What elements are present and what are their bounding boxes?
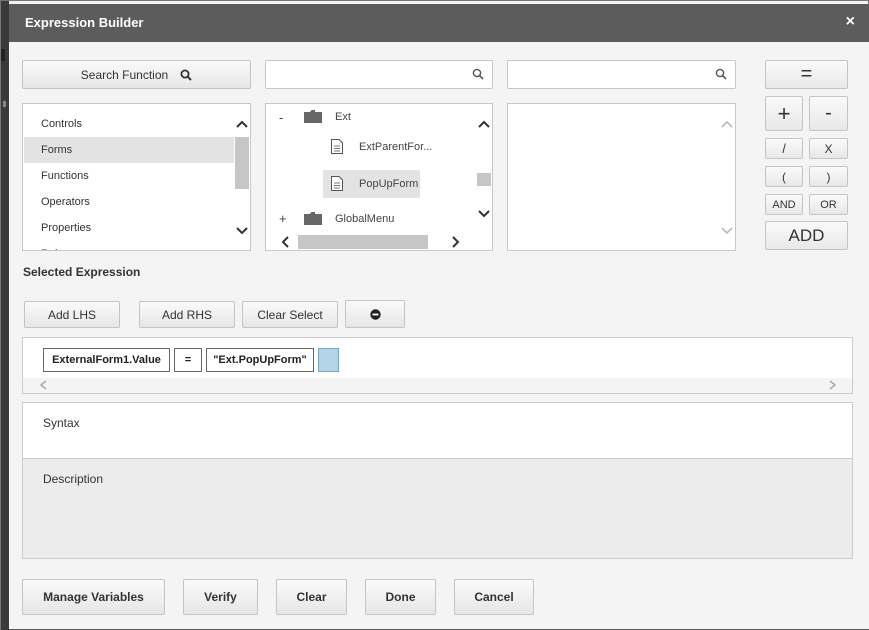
expand-toggle[interactable]: + [279,211,287,226]
property-list [507,103,736,251]
minus-circle-icon [369,308,381,320]
clear-select-button[interactable]: Clear Select [242,301,338,328]
search-icon[interactable] [715,68,727,80]
plus-button[interactable]: + [765,96,803,131]
minus-button[interactable]: - [809,96,848,131]
tree-node-popupform-highlight[interactable]: PopUpForm [323,170,420,198]
collapse-toggle[interactable]: - [279,110,283,125]
chevron-left-icon[interactable] [279,235,293,249]
category-item-operators[interactable]: Operators [24,189,235,215]
chevron-right-icon[interactable] [448,235,462,249]
form-tree: - Ext ExtParentFor... PopUpForm + Global… [265,103,493,251]
background-element [1,49,5,61]
dialog-title: Expression Builder [25,15,144,30]
search-icon[interactable] [472,68,484,80]
remove-button[interactable] [345,300,405,328]
expression-token-empty[interactable] [318,348,339,372]
scroll-thumb[interactable] [477,173,491,186]
chevron-up-icon[interactable] [720,118,734,132]
category-item-functions[interactable]: Functions [24,163,235,189]
expression-token-rhs[interactable]: "Ext.PopUpForm" [206,348,314,372]
cancel-button[interactable]: Cancel [454,579,534,615]
expression-token-lhs[interactable]: ExternalForm1.Value [43,348,170,372]
background-element [3,101,6,107]
tree-vscrollbar[interactable] [476,104,492,234]
verify-button[interactable]: Verify [183,579,258,615]
tree-node-ext[interactable]: Ext [335,111,351,123]
background-app-edge [1,1,9,630]
tree-node-popupform[interactable]: PopUpForm [359,178,418,190]
chevron-up-icon[interactable] [235,118,249,132]
selected-expression-label: Selected Expression [23,265,141,279]
category-item-rules[interactable]: Rules [24,241,235,250]
syntax-label: Syntax [43,416,80,430]
property-scrollbar[interactable] [719,104,735,250]
category-item-controls[interactable]: Controls [24,111,235,137]
and-button[interactable]: AND [765,194,803,215]
open-paren-button[interactable]: ( [765,166,803,187]
document-icon [331,176,343,191]
category-list: Controls Forms Functions Operators Prope… [22,103,251,251]
add-button[interactable]: ADD [765,221,848,250]
chevron-down-icon[interactable] [720,223,734,237]
multiply-button[interactable]: X [809,138,848,159]
chevron-left-icon[interactable] [38,379,50,391]
folder-icon [304,212,322,225]
category-item-forms[interactable]: Forms [24,137,235,163]
syntax-panel: Syntax [22,402,853,459]
dialog-content: Search Function Controls Forms Functions… [9,42,869,629]
chevron-right-icon[interactable] [826,379,838,391]
expression-hscrollbar[interactable] [23,378,852,393]
chevron-down-icon[interactable] [235,223,249,237]
add-lhs-button[interactable]: Add LHS [24,301,120,328]
dialog-titlebar: Expression Builder × [9,4,869,42]
description-panel: Description [22,458,853,559]
expression-token-operator[interactable]: = [174,348,202,372]
equals-button[interactable]: = [765,60,848,89]
clear-button[interactable]: Clear [276,579,347,615]
search-icon [180,69,192,81]
category-item-properties[interactable]: Properties [24,215,235,241]
done-button[interactable]: Done [365,579,436,615]
tree-search-box [265,60,493,89]
tree-search-input[interactable] [272,65,462,83]
scroll-thumb[interactable] [235,137,249,189]
close-icon[interactable]: × [846,13,855,31]
document-icon [331,139,343,154]
close-paren-button[interactable]: ) [809,166,848,187]
tree-hscrollbar[interactable] [266,234,476,250]
tree-node-globalmenu[interactable]: GlobalMenu [335,213,394,225]
search-function-button[interactable]: Search Function [22,60,251,89]
add-rhs-button[interactable]: Add RHS [139,301,235,328]
manage-variables-button[interactable]: Manage Variables [22,579,165,615]
search-function-label: Search Function [80,67,169,82]
folder-icon [304,110,322,123]
or-button[interactable]: OR [809,194,848,215]
scroll-thumb[interactable] [298,235,428,249]
property-search-input[interactable] [514,65,704,83]
chevron-down-icon[interactable] [477,206,491,220]
property-search-box [507,60,736,89]
expression-builder-dialog: Expression Builder × Search Function Con… [0,0,869,630]
divide-button[interactable]: / [765,138,803,159]
tree-node-extparentform[interactable]: ExtParentFor... [359,141,432,153]
expression-editor[interactable]: ExternalForm1.Value = "Ext.PopUpForm" [22,337,853,394]
category-scrollbar[interactable] [234,104,250,250]
description-label: Description [43,472,104,486]
chevron-up-icon[interactable] [477,118,491,132]
